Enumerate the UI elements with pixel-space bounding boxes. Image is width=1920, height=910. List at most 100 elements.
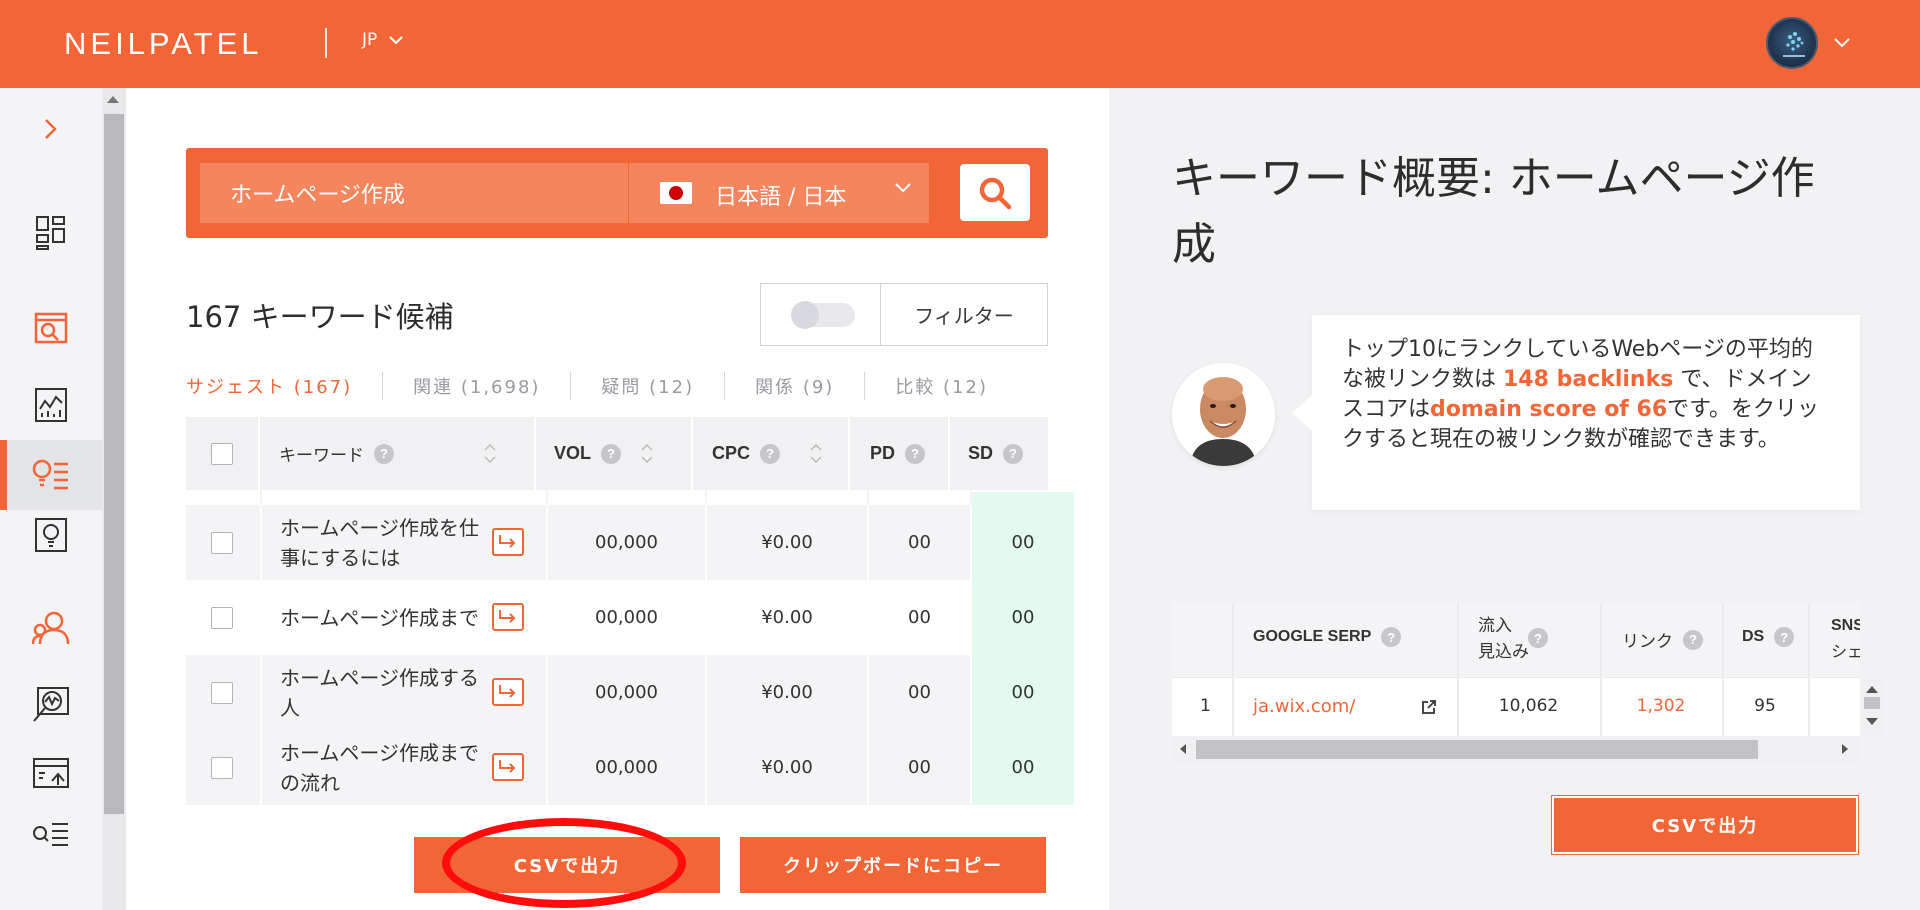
domain-score-link[interactable]: domain score of 66 <box>1430 397 1667 422</box>
row-checkbox[interactable] <box>211 681 233 704</box>
table-row[interactable]: ホームページ作成までの流れ 00,000 ¥0.00 00 00 <box>186 730 1074 805</box>
help-icon[interactable]: ? <box>1774 627 1795 647</box>
csv-export-button-right[interactable]: CSVで出力 <box>1552 796 1858 854</box>
keyword-search-input[interactable] <box>200 163 628 223</box>
help-icon[interactable]: ? <box>905 443 926 464</box>
table-row[interactable]: ホームページ作成まで 00,000 ¥0.00 00 00 <box>186 580 1074 655</box>
column-header-sd[interactable]: SD ? <box>968 417 1024 490</box>
help-icon[interactable]: ? <box>374 443 394 464</box>
column-header-ds[interactable]: DS ? <box>1742 627 1795 647</box>
table-row[interactable]: ホームページ作成を仕事にするには 00,000 ¥0.00 00 00 <box>186 505 1074 580</box>
help-icon[interactable]: ? <box>760 443 781 464</box>
serp-url-link[interactable]: ja.wix.com/ <box>1253 696 1355 717</box>
column-header-sns[interactable]: SNS シェ <box>1831 613 1860 665</box>
column-header-cpc[interactable]: CPC ? <box>712 417 822 490</box>
column-header-links[interactable]: リンク ? <box>1622 627 1703 652</box>
help-icon[interactable]: ? <box>1528 628 1548 648</box>
chevron-down-icon <box>389 35 403 44</box>
serp-rank: 1 <box>1200 696 1211 716</box>
keyword-count: 167 キーワード候補 <box>186 300 454 334</box>
sd-cell: 00 <box>1011 682 1035 703</box>
filter-button[interactable]: フィルター <box>881 284 1047 345</box>
account-menu[interactable] <box>1766 17 1850 69</box>
keyword-text: ホームページ作成を仕事にするには <box>280 515 479 570</box>
help-icon[interactable]: ? <box>1683 629 1703 650</box>
column-header-keyword[interactable]: キーワード ? <box>279 417 496 490</box>
column-header-serp[interactable]: GOOGLE SERP ? <box>1253 627 1402 647</box>
tab-comparisons[interactable]: 比較 (12) <box>895 373 988 399</box>
cpc-cell: ¥0.00 <box>761 757 813 778</box>
backlinks-link[interactable]: 148 backlinks <box>1503 367 1673 392</box>
sidebar-item-backlinks[interactable] <box>0 593 102 663</box>
column-label: VOL <box>554 443 592 463</box>
serp-horizontal-scrollbar-thumb[interactable] <box>1196 740 1758 759</box>
row-checkbox[interactable] <box>211 531 233 554</box>
help-icon[interactable]: ? <box>1381 627 1402 647</box>
sd-cell: 00 <box>1011 757 1035 778</box>
row-checkbox-cell <box>211 580 233 655</box>
top-bar: NEILPATEL JP <box>0 0 1920 88</box>
scroll-up-arrow-icon[interactable] <box>107 96 119 103</box>
column-label: GOOGLE SERP <box>1253 628 1372 645</box>
column-divider <box>534 417 536 490</box>
neil-avatar <box>1172 363 1275 466</box>
sidebar-scrollbar-thumb[interactable] <box>104 114 124 814</box>
sidebar-item-rank-tracking[interactable] <box>0 670 102 740</box>
help-icon[interactable]: ? <box>1003 443 1024 464</box>
search-button[interactable] <box>960 164 1030 221</box>
column-label: CPC <box>712 443 751 463</box>
tab-suggest[interactable]: サジェスト (167) <box>186 373 352 399</box>
sidebar-item-site-audit[interactable] <box>0 370 102 440</box>
table-row[interactable]: ホームページ作成する人 00,000 ¥0.00 00 00 <box>186 655 1074 730</box>
serp-row[interactable]: 1 ja.wix.com/ 10,062 1,302 95 <box>1172 677 1860 736</box>
serp-links[interactable]: 1,302 <box>1600 696 1722 716</box>
sort-icon[interactable] <box>484 444 496 463</box>
column-header-pd[interactable]: PD ? <box>870 417 926 490</box>
language-switcher[interactable]: JP <box>362 30 403 50</box>
sidebar-item-traffic-analyzer[interactable] <box>0 293 102 363</box>
copy-to-clipboard-button[interactable]: クリップボードにコピー <box>740 837 1046 893</box>
sort-icon[interactable] <box>641 444 653 463</box>
sort-icon[interactable] <box>810 444 822 463</box>
tab-related[interactable]: 関連 (1,698) <box>413 373 540 399</box>
select-all-checkbox[interactable] <box>211 442 233 465</box>
tab-questions[interactable]: 疑問 (12) <box>601 373 694 399</box>
external-link-icon[interactable] <box>492 528 524 556</box>
external-link-icon[interactable] <box>492 753 524 781</box>
sidebar-expand-button[interactable] <box>0 94 102 164</box>
scroll-down-arrow-icon[interactable] <box>1866 718 1878 725</box>
sidebar-item-seo-analyzer[interactable] <box>0 738 102 808</box>
external-link-icon[interactable] <box>492 603 524 631</box>
help-icon[interactable]: ? <box>601 443 622 464</box>
tab-divider <box>724 372 726 400</box>
pd-cell: 00 <box>908 532 931 553</box>
rank-tracking-icon <box>33 687 69 722</box>
language-select[interactable]: 日本語 / 日本 <box>629 163 929 223</box>
serp-vertical-scrollbar[interactable] <box>1862 680 1882 736</box>
filter-toggle[interactable] <box>761 284 881 345</box>
search-icon <box>979 177 1012 209</box>
column-label: DS <box>1742 628 1765 645</box>
content-ideas-icon <box>35 518 67 552</box>
tab-divider <box>382 372 384 400</box>
column-divider <box>691 417 693 490</box>
serp-ds: 95 <box>1754 696 1776 716</box>
sidebar-item-content-ideas[interactable] <box>0 500 102 570</box>
csv-export-button[interactable]: CSVで出力 <box>414 837 720 893</box>
sidebar-item-dashboard[interactable] <box>0 198 102 268</box>
scroll-left-arrow-icon[interactable] <box>1180 744 1186 754</box>
column-header-vol[interactable]: VOL ? <box>554 417 653 490</box>
sd-cell: 00 <box>1011 532 1035 553</box>
logo-divider <box>325 28 327 58</box>
logo[interactable]: NEILPATEL <box>64 26 263 62</box>
sidebar-item-keyword-list[interactable] <box>0 800 102 870</box>
external-link-icon[interactable] <box>492 678 524 706</box>
row-checkbox[interactable] <box>211 606 233 629</box>
row-checkbox[interactable] <box>211 756 233 779</box>
pd-cell: 00 <box>908 682 931 703</box>
chevron-down-icon <box>1834 38 1850 48</box>
tab-prepositions[interactable]: 関係 (9) <box>755 373 834 399</box>
scroll-right-arrow-icon[interactable] <box>1842 744 1848 754</box>
external-link-icon[interactable] <box>1421 699 1437 715</box>
scroll-up-arrow-icon[interactable] <box>1866 686 1878 693</box>
